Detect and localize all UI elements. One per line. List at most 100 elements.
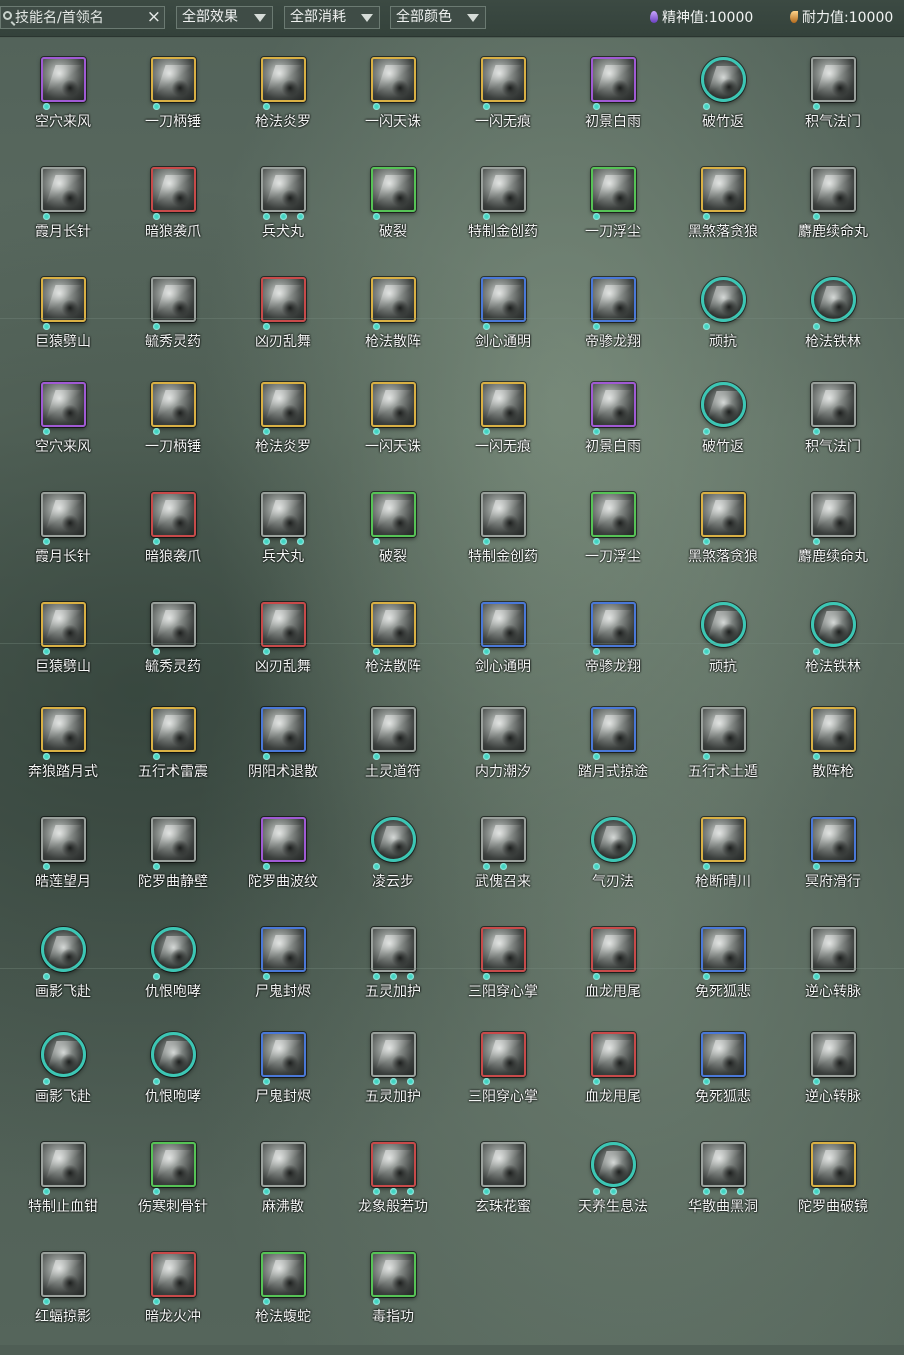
skill-item[interactable]: 气刃法	[558, 810, 668, 920]
skill-icon[interactable]	[591, 927, 636, 972]
skill-item[interactable]: 巨猿劈山	[8, 270, 118, 380]
skill-icon[interactable]	[701, 57, 746, 102]
skill-icon[interactable]	[151, 1032, 196, 1077]
skill-icon[interactable]	[41, 167, 86, 212]
skill-item[interactable]: 一刀浮尘	[558, 160, 668, 270]
skill-icon[interactable]	[261, 382, 306, 427]
skill-item[interactable]: 五灵加护	[338, 1025, 448, 1135]
skill-icon[interactable]	[41, 707, 86, 752]
skill-icon[interactable]	[701, 1142, 746, 1187]
skill-icon[interactable]	[591, 277, 636, 322]
skill-icon[interactable]	[371, 1252, 416, 1297]
skill-icon[interactable]	[811, 817, 856, 862]
skill-icon[interactable]	[261, 1032, 306, 1077]
cost-filter-dropdown[interactable]: 全部消耗	[284, 6, 380, 29]
skill-item[interactable]: 陀罗曲静壁	[118, 810, 228, 920]
skill-item[interactable]: 枪法散阵	[338, 270, 448, 380]
skill-icon[interactable]	[371, 707, 416, 752]
skill-icon[interactable]	[811, 1142, 856, 1187]
skill-item[interactable]: 帝骖龙翔	[558, 270, 668, 380]
skill-icon[interactable]	[701, 167, 746, 212]
skill-icon[interactable]	[41, 277, 86, 322]
skill-icon[interactable]	[151, 277, 196, 322]
skill-item[interactable]: 皓莲望月	[8, 810, 118, 920]
skill-icon[interactable]	[591, 382, 636, 427]
skill-icon[interactable]	[481, 167, 526, 212]
skill-item[interactable]: 一刀柄锤	[118, 50, 228, 160]
skill-item[interactable]: 毓秀灵药	[118, 595, 228, 705]
skill-icon[interactable]	[481, 277, 526, 322]
skill-icon[interactable]	[41, 602, 86, 647]
skill-icon[interactable]	[371, 277, 416, 322]
search-box[interactable]: ×	[0, 6, 165, 29]
skill-item[interactable]: 枪法炎罗	[228, 375, 338, 485]
skill-icon[interactable]	[701, 382, 746, 427]
skill-icon[interactable]	[151, 57, 196, 102]
skill-item[interactable]: 特制金创药	[448, 485, 558, 595]
skill-item[interactable]: 黑煞落贪狼	[668, 160, 778, 270]
search-input[interactable]	[15, 8, 143, 27]
skill-icon[interactable]	[261, 707, 306, 752]
skill-item[interactable]: 霞月长针	[8, 160, 118, 270]
skill-item[interactable]: 一闪天诛	[338, 375, 448, 485]
skill-item[interactable]: 五灵加护	[338, 920, 448, 1030]
skill-item[interactable]: 免死狐悲	[668, 920, 778, 1030]
skill-item[interactable]: 毒指功	[338, 1245, 448, 1355]
skill-icon[interactable]	[701, 817, 746, 862]
skill-item[interactable]: 一刀柄锤	[118, 375, 228, 485]
skill-item[interactable]: 土灵道符	[338, 700, 448, 810]
skill-item[interactable]: 特制金创药	[448, 160, 558, 270]
skill-item[interactable]: 毓秀灵药	[118, 270, 228, 380]
skill-item[interactable]: 武傀召来	[448, 810, 558, 920]
skill-item[interactable]: 凶刃乱舞	[228, 270, 338, 380]
skill-item[interactable]: 血龙甩尾	[558, 1025, 668, 1135]
skill-item[interactable]: 一闪无痕	[448, 50, 558, 160]
skill-item[interactable]: 散阵枪	[778, 700, 888, 810]
skill-item[interactable]: 特制止血钳	[8, 1135, 118, 1245]
skill-icon[interactable]	[481, 382, 526, 427]
skill-icon[interactable]	[151, 382, 196, 427]
skill-item[interactable]: 凌云步	[338, 810, 448, 920]
skill-icon[interactable]	[481, 1142, 526, 1187]
skill-item[interactable]: 仇恨咆哮	[118, 1025, 228, 1135]
skill-icon[interactable]	[811, 1032, 856, 1077]
skill-icon[interactable]	[481, 57, 526, 102]
skill-item[interactable]: 顽抗	[668, 270, 778, 380]
skill-item[interactable]: 免死狐悲	[668, 1025, 778, 1135]
skill-icon[interactable]	[151, 927, 196, 972]
skill-item[interactable]: 麻沸散	[228, 1135, 338, 1245]
skill-item[interactable]: 黑煞落贪狼	[668, 485, 778, 595]
skill-icon[interactable]	[591, 1142, 636, 1187]
skill-item[interactable]: 枪法铁林	[778, 595, 888, 705]
skill-icon[interactable]	[261, 1142, 306, 1187]
skill-item[interactable]: 暗狼袭爪	[118, 485, 228, 595]
skill-item[interactable]: 逆心转脉	[778, 1025, 888, 1135]
skill-item[interactable]: 枪法蝮蛇	[228, 1245, 338, 1355]
skill-icon[interactable]	[261, 817, 306, 862]
skill-icon[interactable]	[371, 57, 416, 102]
skill-item[interactable]: 麝鹿续命丸	[778, 160, 888, 270]
skill-icon[interactable]	[701, 707, 746, 752]
skill-item[interactable]: 空穴来风	[8, 375, 118, 485]
skill-icon[interactable]	[811, 492, 856, 537]
skill-item[interactable]: 剑心通明	[448, 270, 558, 380]
skill-item[interactable]: 初景白雨	[558, 50, 668, 160]
skill-icon[interactable]	[811, 277, 856, 322]
skill-icon[interactable]	[481, 602, 526, 647]
skill-item[interactable]: 凶刃乱舞	[228, 595, 338, 705]
skill-icon[interactable]	[261, 492, 306, 537]
skill-item[interactable]: 红蝠掠影	[8, 1245, 118, 1355]
skill-icon[interactable]	[151, 1252, 196, 1297]
skill-item[interactable]: 顽抗	[668, 595, 778, 705]
skill-item[interactable]: 画影飞赴	[8, 1025, 118, 1135]
skill-icon[interactable]	[481, 817, 526, 862]
skill-icon[interactable]	[41, 57, 86, 102]
skill-item[interactable]: 积气法门	[778, 50, 888, 160]
skill-item[interactable]: 枪法炎罗	[228, 50, 338, 160]
skill-icon[interactable]	[481, 927, 526, 972]
color-filter-dropdown[interactable]: 全部颜色	[390, 6, 486, 29]
skill-item[interactable]: 一刀浮尘	[558, 485, 668, 595]
skill-item[interactable]: 破竹返	[668, 50, 778, 160]
skill-icon[interactable]	[41, 927, 86, 972]
skill-item[interactable]: 暗狼袭爪	[118, 160, 228, 270]
